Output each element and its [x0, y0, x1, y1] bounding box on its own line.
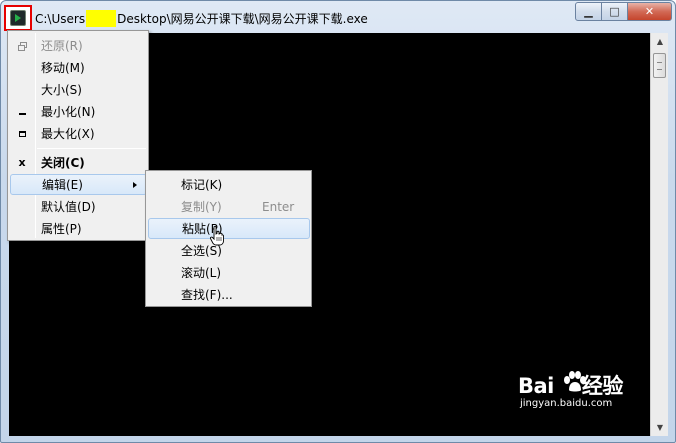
menu-item-label: 最大化(X)	[41, 127, 95, 141]
menu-item-move[interactable]: 移动(M)	[10, 57, 147, 78]
menu-item-label: 还原(R)	[41, 39, 83, 53]
close-icon: ✕	[644, 5, 655, 18]
menu-item-paste[interactable]: 粘贴(P)	[148, 218, 310, 239]
window-title: C:\Users Desktop\网易公开课下载\网易公开课下载.exe	[35, 10, 368, 27]
menu-item-label: 最小化(N)	[41, 105, 96, 119]
app-icon-highlight-box	[4, 5, 32, 31]
system-menu: 还原(R) 移动(M) 大小(S) 最小化(N) 最大化(X) x 关闭(C) …	[7, 30, 149, 241]
menu-item-minimize[interactable]: 最小化(N)	[10, 101, 147, 122]
close-button[interactable]: ✕	[627, 2, 672, 21]
redacted-username	[86, 10, 117, 27]
menu-item-size[interactable]: 大小(S)	[10, 79, 147, 100]
menu-item-shortcut: Enter	[262, 199, 295, 214]
menu-item-label: 编辑(E)	[42, 178, 83, 192]
menu-item-find[interactable]: 查找(F)...	[148, 284, 310, 305]
menu-item-properties[interactable]: 属性(P)	[10, 218, 147, 239]
restore-icon	[14, 38, 30, 54]
watermark-url: jingyan.baidu.com	[520, 398, 613, 409]
menu-item-label: 默认值(D)	[41, 200, 96, 214]
maximize-icon: □	[609, 5, 620, 18]
menu-item-mark[interactable]: 标记(K)	[148, 174, 310, 195]
menu-item-select-all[interactable]: 全选(S)	[148, 240, 310, 261]
title-bar[interactable]: C:\Users Desktop\网易公开课下载\网易公开课下载.exe ▁ □ …	[1, 1, 676, 33]
minimize-icon	[14, 104, 30, 120]
scroll-down-arrow-icon[interactable]: ▼	[651, 419, 669, 436]
scroll-up-arrow-icon[interactable]: ▲	[651, 33, 669, 50]
menu-separator	[37, 148, 146, 149]
maximize-button[interactable]: □	[601, 2, 628, 21]
watermark-logo-left: Bai	[518, 374, 554, 398]
vertical-scrollbar[interactable]: ▲ ▼	[650, 33, 668, 436]
minimize-button[interactable]: ▁	[575, 2, 602, 21]
menu-item-label: 标记(K)	[181, 178, 223, 192]
menu-item-defaults[interactable]: 默认值(D)	[10, 196, 147, 217]
minimize-icon: ▁	[584, 5, 593, 18]
menu-item-close[interactable]: x 关闭(C)	[10, 152, 147, 173]
watermark-logo-right: 经验	[581, 374, 624, 398]
menu-item-label: 复制(Y)	[181, 200, 222, 214]
maximize-icon	[14, 126, 30, 142]
title-path-end: Desktop\网易公开课下载\网易公开课下载.exe	[117, 12, 368, 26]
hand-cursor-icon	[210, 226, 224, 246]
menu-item-label: 滚动(L)	[181, 266, 222, 280]
menu-item-scroll[interactable]: 滚动(L)	[148, 262, 310, 283]
menu-item-maximize[interactable]: 最大化(X)	[10, 123, 147, 144]
menu-item-label: 查找(F)...	[181, 288, 233, 302]
menu-item-label: 大小(S)	[41, 83, 82, 97]
console-app-icon[interactable]	[10, 10, 26, 26]
menu-item-label: 属性(P)	[41, 222, 82, 236]
menu-item-restore[interactable]: 还原(R)	[10, 35, 147, 56]
close-icon: x	[18, 156, 26, 169]
edit-submenu: 标记(K) 复制(Y) Enter 粘贴(P) 全选(S) 滚动(L) 查找(F…	[145, 170, 312, 307]
baidu-paw-icon	[564, 371, 586, 392]
submenu-arrow-icon	[133, 182, 137, 188]
baidu-jingyan-watermark: Bai 经验 jingyan.baidu.com	[518, 370, 638, 412]
caption-buttons: ▁ □ ✕	[575, 2, 672, 22]
menu-item-edit[interactable]: 编辑(E)	[10, 174, 147, 195]
title-path-start: C:\Users	[35, 12, 86, 26]
menu-item-label: 移动(M)	[41, 61, 85, 75]
scrollbar-thumb[interactable]	[653, 53, 666, 78]
menu-item-copy[interactable]: 复制(Y) Enter	[148, 196, 310, 217]
menu-item-label: 关闭(C)	[41, 156, 85, 170]
